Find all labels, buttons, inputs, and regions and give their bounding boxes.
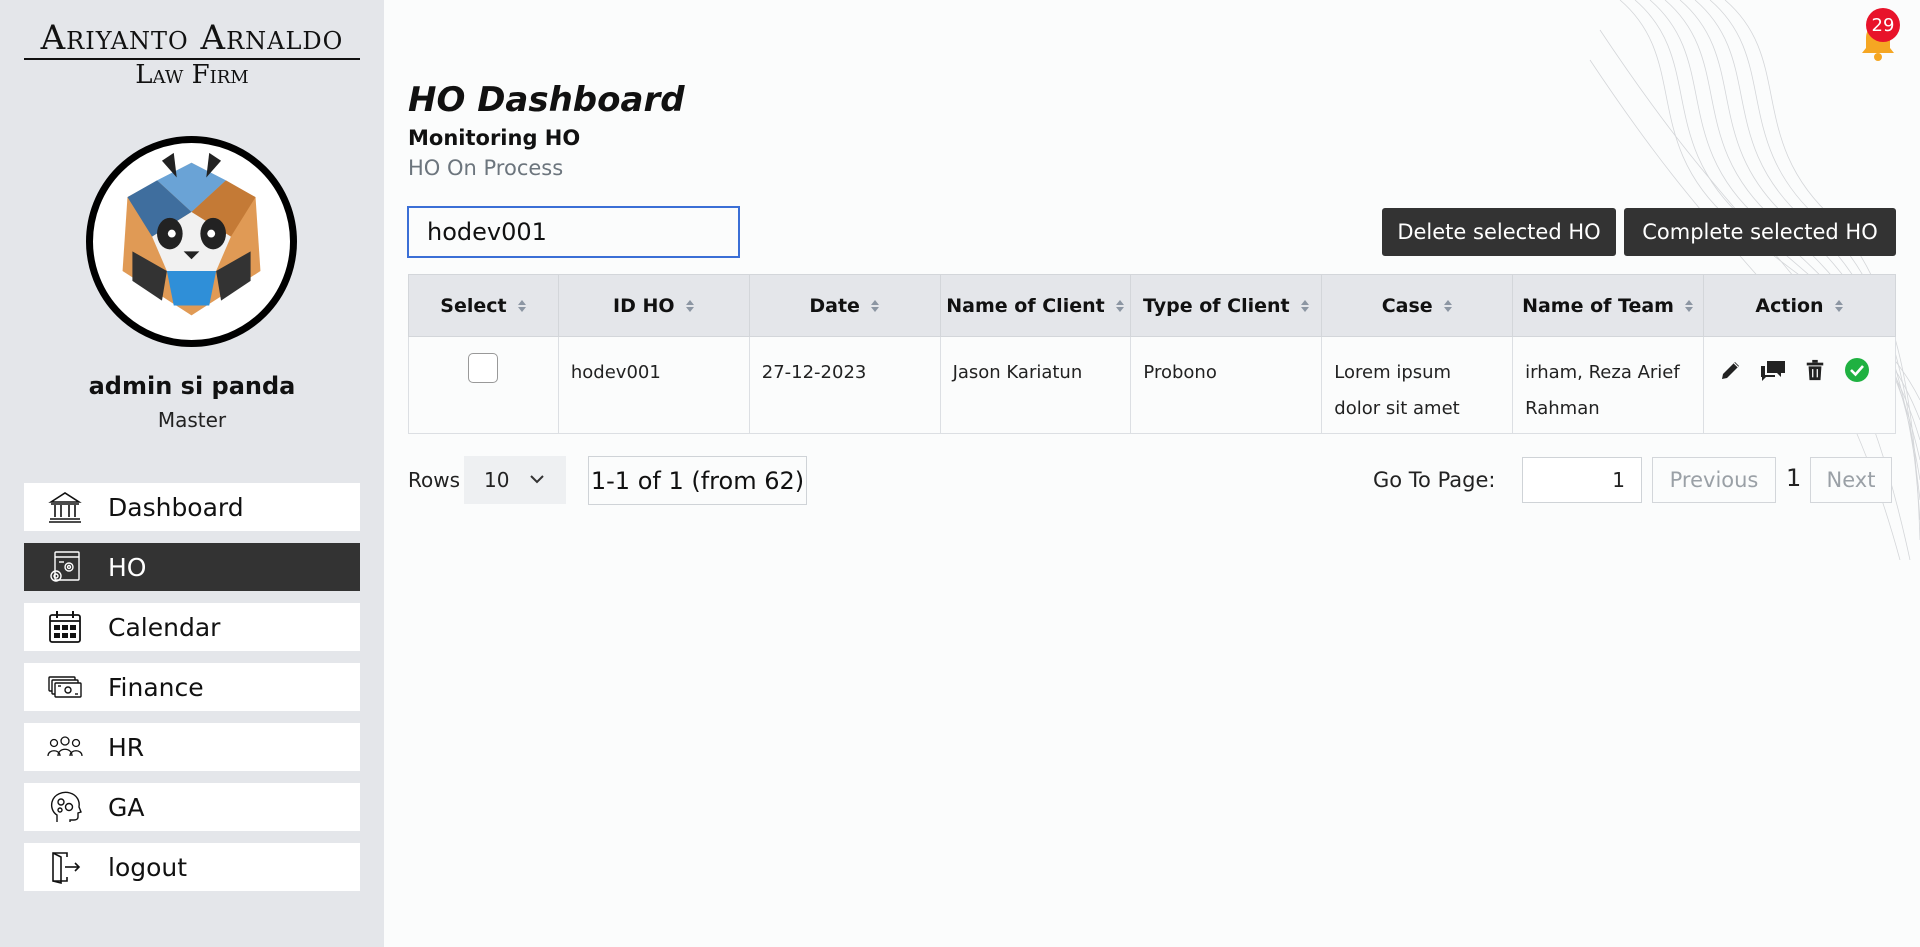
cell-id-ho: hodev001 bbox=[557, 336, 750, 434]
row-checkbox[interactable] bbox=[468, 353, 499, 383]
sidebar-item-ho[interactable]: HO bbox=[24, 543, 360, 591]
cell-client-type: Probono bbox=[1130, 336, 1323, 434]
sidebar-nav: Dashboard HO Calendar Finance HR GA logo… bbox=[24, 483, 360, 903]
cell-client-name: Jason Kariatun bbox=[939, 336, 1132, 434]
ho-table: Select ID HO Date Name of Client Type of… bbox=[408, 274, 1897, 434]
sidebar-item-label: Dashboard bbox=[108, 492, 244, 522]
sidebar-item-dashboard[interactable]: Dashboard bbox=[24, 483, 360, 531]
current-page-number[interactable]: 1 bbox=[1786, 464, 1801, 492]
complete-selected-button[interactable]: Complete selected HO bbox=[1624, 208, 1896, 256]
sidebar-item-label: GA bbox=[108, 792, 145, 822]
delete-selected-button[interactable]: Delete selected HO bbox=[1382, 208, 1616, 256]
sidebar-item-label: Finance bbox=[108, 672, 204, 702]
sidebar-item-calendar[interactable]: Calendar bbox=[24, 603, 360, 651]
column-header-case[interactable]: Case bbox=[1321, 274, 1514, 337]
cell-action bbox=[1702, 336, 1897, 434]
sidebar-item-label: HR bbox=[108, 732, 145, 762]
sort-icon bbox=[685, 300, 694, 312]
bank-icon bbox=[46, 488, 84, 526]
brand-name: Ariyanto Arnaldo bbox=[24, 18, 360, 60]
search-input[interactable] bbox=[407, 206, 740, 258]
document-gear-icon bbox=[46, 548, 84, 586]
sort-icon bbox=[1684, 300, 1693, 312]
cell-select bbox=[408, 336, 559, 434]
people-group-icon bbox=[46, 728, 84, 766]
sidebar-item-label: Calendar bbox=[108, 612, 221, 642]
column-header-client-type[interactable]: Type of Client bbox=[1130, 274, 1323, 337]
column-header-date[interactable]: Date bbox=[748, 274, 941, 337]
sort-icon bbox=[1834, 300, 1843, 312]
delete-icon[interactable] bbox=[1800, 355, 1830, 385]
previous-page-button[interactable]: Previous bbox=[1652, 457, 1776, 503]
brand-logo: Ariyanto Arnaldo Law Firm bbox=[24, 18, 360, 90]
column-header-client-name[interactable]: Name of Client bbox=[939, 274, 1132, 337]
sort-icon bbox=[1115, 300, 1124, 312]
money-icon bbox=[46, 668, 84, 706]
sidebar-item-finance[interactable]: Finance bbox=[24, 663, 360, 711]
cell-team: irham, Reza Arief Rahman bbox=[1512, 336, 1704, 434]
sidebar-item-label: HO bbox=[108, 552, 147, 582]
cell-date: 27-12-2023 bbox=[748, 336, 941, 434]
sidebar-item-ga[interactable]: GA bbox=[24, 783, 360, 831]
sort-icon bbox=[1443, 300, 1452, 312]
calendar-icon bbox=[46, 608, 84, 646]
table-header-row: Select ID HO Date Name of Client Type of… bbox=[408, 274, 1897, 337]
goto-page-input[interactable] bbox=[1522, 457, 1642, 503]
rows-per-page-select[interactable]: 10 bbox=[464, 456, 566, 504]
chevron-down-icon bbox=[530, 475, 544, 484]
sidebar-item-hr[interactable]: HR bbox=[24, 723, 360, 771]
page-subtitle: Monitoring HO bbox=[408, 126, 581, 150]
user-name: admin si panda bbox=[88, 372, 296, 400]
edit-icon[interactable] bbox=[1716, 355, 1746, 385]
cell-case: Lorem ipsum dolor sit amet bbox=[1321, 336, 1514, 434]
complete-check-icon[interactable] bbox=[1842, 355, 1872, 385]
column-header-team[interactable]: Name of Team bbox=[1512, 274, 1704, 337]
sidebar-item-label: logout bbox=[108, 852, 188, 882]
user-role: Master bbox=[157, 408, 227, 432]
next-page-button[interactable]: Next bbox=[1810, 457, 1892, 503]
rows-per-page-value: 10 bbox=[484, 468, 510, 492]
rows-label: Rows bbox=[408, 468, 461, 492]
result-range: 1-1 of 1 (from 62) bbox=[588, 456, 807, 505]
table-row: hodev001 27-12-2023 Jason Kariatun Probo… bbox=[408, 336, 1897, 434]
goto-page-label: Go To Page: bbox=[1373, 468, 1496, 492]
page-title: HO Dashboard bbox=[408, 80, 685, 120]
head-gears-icon bbox=[46, 788, 84, 826]
sort-icon bbox=[1300, 300, 1309, 312]
column-header-action[interactable]: Action bbox=[1702, 274, 1897, 337]
column-header-id-ho[interactable]: ID HO bbox=[557, 274, 750, 337]
column-header-select[interactable]: Select bbox=[408, 274, 559, 337]
notification-badge: 29 bbox=[1866, 8, 1900, 42]
avatar bbox=[86, 136, 297, 347]
sidebar: Ariyanto Arnaldo Law Firm admin si panda… bbox=[0, 0, 384, 947]
logout-icon bbox=[46, 848, 84, 886]
sort-icon bbox=[870, 300, 879, 312]
sort-icon bbox=[517, 300, 526, 312]
brand-subtitle: Law Firm bbox=[135, 60, 249, 90]
page-status: HO On Process bbox=[408, 156, 564, 180]
comments-icon[interactable] bbox=[1758, 355, 1788, 385]
sidebar-item-logout[interactable]: logout bbox=[24, 843, 360, 891]
